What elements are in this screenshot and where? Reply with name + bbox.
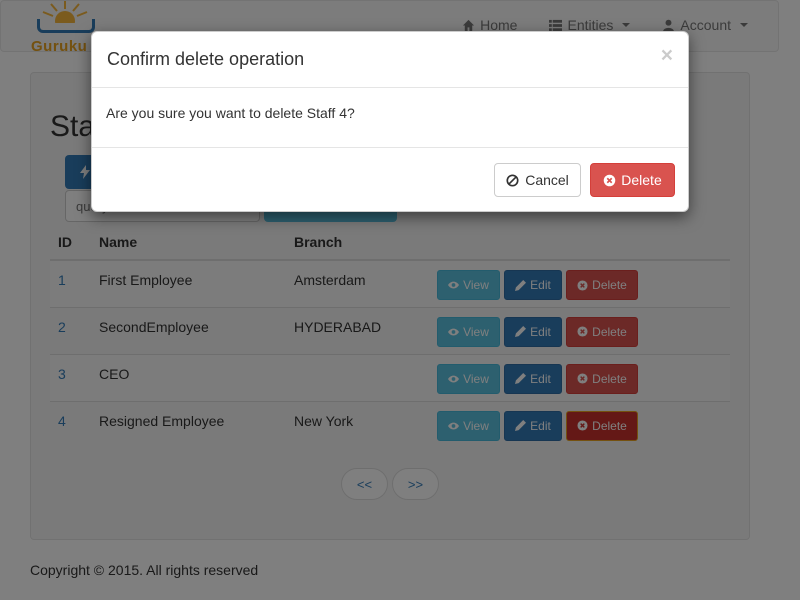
modal-title: Confirm delete operation <box>107 49 305 69</box>
confirm-delete-button[interactable]: Delete <box>590 163 675 197</box>
remove-circle-icon <box>604 174 616 186</box>
close-icon[interactable]: × <box>661 44 673 68</box>
confirm-delete-label: Delete <box>621 172 662 188</box>
ban-icon <box>506 173 519 187</box>
confirm-delete-dialog: Confirm delete operation × Are you sure … <box>91 31 689 212</box>
modal-header: Confirm delete operation × <box>92 32 688 88</box>
modal-footer: Cancel Delete <box>92 148 688 212</box>
modal-message: Are you sure you want to delete Staff 4? <box>106 105 355 121</box>
modal-body: Are you sure you want to delete Staff 4? <box>92 88 688 148</box>
cancel-label: Cancel <box>525 172 569 188</box>
cancel-button[interactable]: Cancel <box>494 163 581 197</box>
